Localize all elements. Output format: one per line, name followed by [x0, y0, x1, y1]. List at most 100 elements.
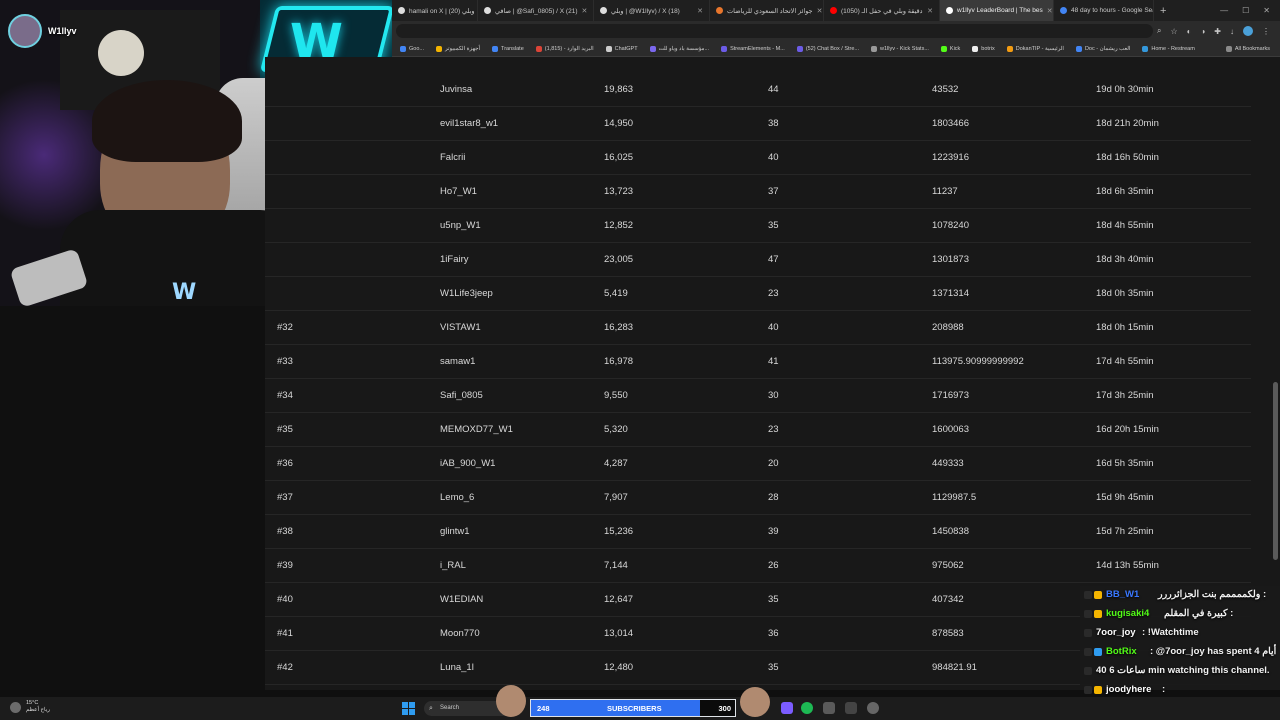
- browser-tab[interactable]: جوائز الاتحاد السعودي للرياضات ✕: [710, 0, 824, 21]
- scrollbar-thumb[interactable]: [1273, 382, 1278, 560]
- profile-avatar[interactable]: [1243, 26, 1253, 36]
- level-cell: 30: [768, 390, 779, 401]
- download-icon[interactable]: ↓: [1230, 27, 1234, 36]
- watchtime-cell: 15d 9h 45min: [1096, 492, 1154, 503]
- chat-username[interactable]: joodyhere: [1106, 684, 1151, 695]
- bookmark-label: w1llyv - Kick Stats...: [880, 45, 929, 52]
- zoom-icon[interactable]: ⌕: [1157, 26, 1161, 36]
- badge-icon: [1094, 648, 1102, 656]
- x-logo-icon: [600, 7, 607, 14]
- extension2-icon[interactable]: ◑: [1200, 27, 1205, 36]
- toolbar-icons: ⌕ ☆ ◐ ◑ ✚ ↓ ⋮: [1157, 26, 1280, 36]
- subscriber-goal-bar: 248 SUBSCRIBERS 300: [530, 699, 736, 717]
- windows-start-icon[interactable]: [402, 702, 415, 715]
- rank-cell: #32: [277, 322, 293, 333]
- bookmark-item[interactable]: Goo...: [394, 45, 430, 52]
- bookmark-item[interactable]: botrix: [966, 45, 1000, 52]
- close-window-icon[interactable]: ✕: [1263, 6, 1270, 15]
- table-row: W1Life3jeep 5,419 23 1371314 18d 0h 35min: [265, 277, 1251, 311]
- bookmark-label: Goo...: [409, 45, 424, 52]
- chat-message: BotRix: @7oor_joy has spent 4 أيام: [1080, 643, 1280, 662]
- points-cell: 16,283: [604, 322, 634, 333]
- value-cell: 1716973: [932, 390, 969, 401]
- bookmark-item[interactable]: w1llyv - Kick Stats...: [865, 45, 935, 52]
- chat-username[interactable]: BB_W1: [1106, 589, 1139, 600]
- folder-icon: [1225, 45, 1232, 52]
- points-cell: 7,144: [604, 560, 628, 571]
- browser-tab[interactable]: وبلي | @W1llyv) / X (18) ✕: [594, 0, 710, 21]
- tab-title: w1llyv LeaderBoard | The bes: [957, 7, 1043, 14]
- puzzle-icon[interactable]: ✚: [1214, 27, 1221, 36]
- new-tab-button[interactable]: +: [1154, 5, 1172, 17]
- menu-icon[interactable]: ⋮: [1262, 27, 1270, 36]
- subscriber-current: 248: [537, 704, 550, 713]
- chat-username[interactable]: BotRix: [1106, 646, 1137, 657]
- rank-cell: #42: [277, 662, 293, 673]
- table-row: #33 samaw1 16,978 41 113975.90999999992 17d 4…: [265, 345, 1251, 379]
- username-cell: Moon770: [440, 628, 480, 639]
- chat-overlay: BB_W1 ولكممممم بنت الجزائرررر : kugisaki4 ك…: [1080, 586, 1280, 714]
- browser-tab[interactable]: hamali on X | وبلي (20)✕: [392, 0, 478, 21]
- bookmark-label: مؤسسة باد وياو للت...: [658, 45, 710, 52]
- bookmarks-bar: Goo... أجهزة الكمبيوتر Translate البريد الو…: [392, 41, 1280, 57]
- tab-title: صافي | @Safi_0805) / X (21): [495, 7, 578, 15]
- app-icon[interactable]: [823, 702, 835, 714]
- value-cell: 975062: [932, 560, 964, 571]
- address-bar[interactable]: [396, 24, 1153, 38]
- close-tab-icon[interactable]: ✕: [927, 7, 933, 15]
- chat-text: كبيرة في المقلم :: [1164, 608, 1234, 619]
- browser-tab[interactable]: w1llyv LeaderBoard | The bes ✕: [940, 0, 1054, 21]
- level-cell: 26: [768, 560, 779, 571]
- bookmark-icon: [605, 45, 612, 52]
- bookmark-item[interactable]: أجهزة الكمبيوتر: [430, 45, 486, 52]
- minimize-icon[interactable]: —: [1220, 6, 1228, 15]
- bookmark-item[interactable]: ChatGPT: [600, 45, 644, 52]
- chat-username[interactable]: 7oor_joy: [1096, 627, 1136, 638]
- bookmark-label: DokanTIP - الرئيسية: [1015, 45, 1064, 52]
- points-cell: 12,480: [604, 662, 634, 673]
- value-cell: 208988: [932, 322, 964, 333]
- discord-icon[interactable]: [781, 702, 793, 714]
- username-cell: u5np_W1: [440, 220, 481, 231]
- value-cell: 1371314: [932, 288, 969, 299]
- subscriber-goal: 300: [718, 704, 731, 713]
- level-cell: 47: [768, 254, 779, 265]
- rank-cell: #37: [277, 492, 293, 503]
- browser-tab[interactable]: صافي | @Safi_0805) / X (21) ✕: [478, 0, 594, 21]
- bookmark-item[interactable]: DokanTIP - الرئيسية: [1001, 45, 1070, 52]
- bookmark-item[interactable]: StreamElements - M...: [715, 45, 791, 52]
- close-tab-icon[interactable]: ✕: [697, 7, 703, 15]
- weather-temp: 15°C: [26, 700, 39, 706]
- all-bookmarks-button[interactable]: All Bookmarks: [1220, 45, 1280, 52]
- close-tab-icon[interactable]: ✕: [582, 7, 588, 15]
- maximize-icon[interactable]: ☐: [1242, 6, 1249, 15]
- close-tab-icon[interactable]: ✕: [817, 7, 823, 15]
- spotify-icon[interactable]: [801, 702, 813, 714]
- obs-icon[interactable]: [867, 702, 879, 714]
- badge-icon: [1084, 648, 1092, 656]
- tab-title: وبلي | @W1llyv) / X (18): [611, 7, 680, 15]
- weather-widget[interactable]: 15°C رياح أعظم: [26, 700, 50, 714]
- watchtime-cell: 17d 4h 55min: [1096, 356, 1154, 367]
- extension-icon[interactable]: ◐: [1187, 27, 1192, 36]
- bookmark-item[interactable]: Doc - العب ريشمان: [1070, 45, 1136, 52]
- username-cell: Juvinsa: [440, 84, 473, 95]
- bookmark-item[interactable]: Home - Restream: [1136, 45, 1200, 52]
- rank-cell: #40: [277, 594, 293, 605]
- browser-tab[interactable]: (1050) دقيقة وبلي في حفل الـ ✕: [824, 0, 940, 21]
- bookmark-item[interactable]: البريد الوارد - (1,815): [530, 45, 600, 52]
- bookmark-item[interactable]: مؤسسة باد وياو للت...: [644, 45, 716, 52]
- app2-icon[interactable]: [845, 702, 857, 714]
- browser-tab[interactable]: 48 day to hours - Google Sea✕: [1054, 0, 1154, 21]
- rank-cell: #33: [277, 356, 293, 367]
- watchtime-cell: 14d 13h 55min: [1096, 560, 1159, 571]
- chat-username[interactable]: kugisaki4: [1106, 608, 1149, 619]
- bookmark-item[interactable]: (52) Chat Box / Stre...: [791, 45, 865, 52]
- bookmark-star-icon[interactable]: ☆: [1170, 27, 1177, 36]
- points-cell: 12,647: [604, 594, 634, 605]
- bookmark-item[interactable]: Translate: [486, 45, 530, 52]
- chat-text: : !Watchtime: [1142, 627, 1199, 638]
- close-tab-icon[interactable]: ✕: [1047, 7, 1053, 15]
- bookmark-item[interactable]: Kick: [935, 45, 966, 52]
- watchtime-cell: 18d 0h 35min: [1096, 288, 1154, 299]
